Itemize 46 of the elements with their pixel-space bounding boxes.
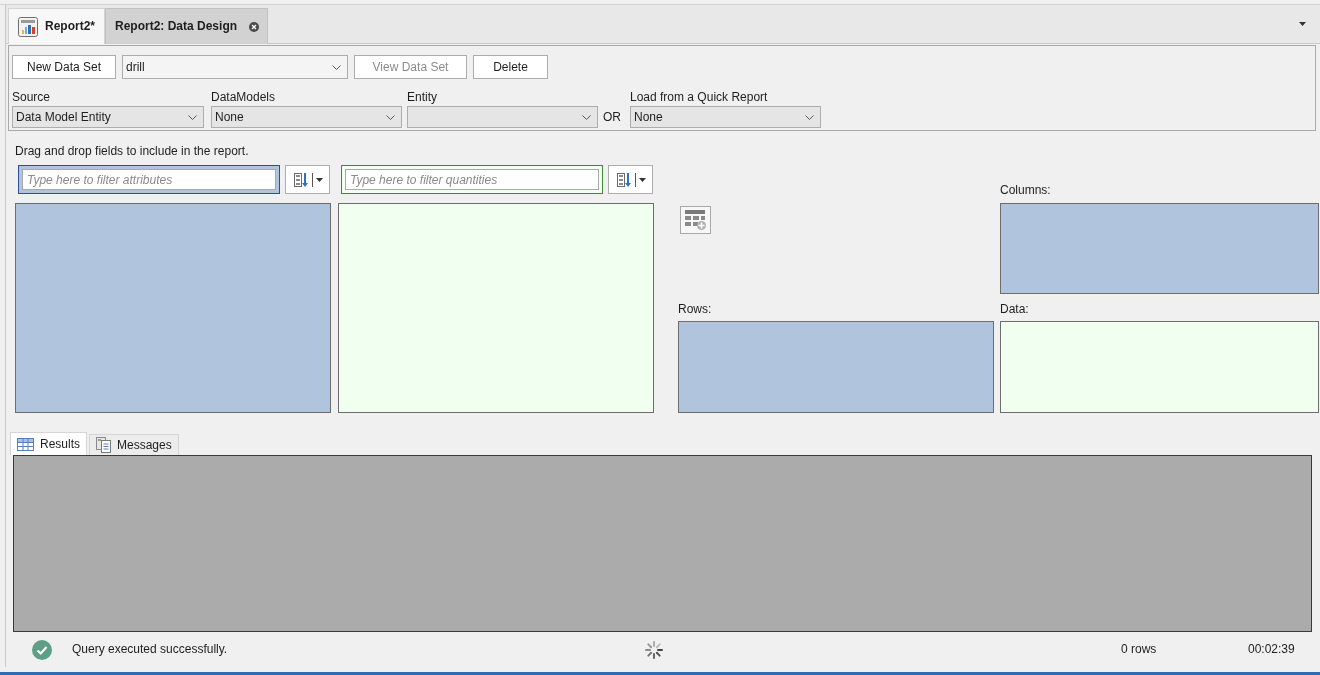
bar-chart-icon: [18, 16, 38, 37]
drop-zone-panel[interactable]: [1000, 203, 1319, 294]
table-icon: [17, 437, 34, 451]
document-icon: [96, 437, 111, 453]
list-arrow-icon: [292, 171, 309, 188]
close-icon[interactable]: [249, 21, 260, 32]
drop-zone-panel[interactable]: [678, 321, 994, 413]
field-options-button[interactable]: [285, 165, 330, 194]
new-data-set-button[interactable]: New Data Set: [12, 55, 116, 79]
select-dropdown[interactable]: None: [630, 106, 821, 128]
chevron-icon: [332, 64, 341, 70]
field-label: Entity: [407, 90, 437, 104]
quantity-filter-field[interactable]: Type here to filter quantities: [341, 165, 603, 194]
result-tab[interactable]: Results: [10, 432, 87, 455]
report-tab[interactable]: Report2*: [8, 8, 105, 44]
drop-zone-label: Columns:: [1000, 183, 1051, 197]
drop-zone-panel[interactable]: [1000, 321, 1319, 413]
row-count: 0 rows: [1121, 642, 1158, 657]
status-message: Query executed successfully.: [72, 642, 229, 657]
attribute-filter-field[interactable]: Type here to filter attributes: [18, 165, 280, 194]
field-label: Source: [12, 90, 51, 104]
chevron-icon: [386, 114, 395, 120]
list-arrow-icon: [615, 171, 632, 188]
caret-icon: [638, 177, 646, 182]
design-tab[interactable]: Report2: Data Design: [105, 8, 269, 44]
select-dropdown[interactable]: Data Model Entity: [12, 106, 204, 128]
drop-zone-label: Data:: [1000, 302, 1029, 316]
caret-icon: [315, 177, 323, 182]
drop-zone-label: Rows:: [678, 302, 712, 316]
field-label: DataModels: [211, 90, 276, 104]
chevron-icon: [188, 114, 197, 120]
result-tab[interactable]: Messages: [89, 434, 179, 455]
field-options-button[interactable]: [608, 165, 653, 194]
select-dropdown[interactable]: None: [211, 106, 402, 128]
success-check-icon: [32, 639, 52, 660]
dataset-dropdown[interactable]: drill: [122, 55, 348, 79]
chevron-icon: [582, 114, 591, 120]
elapsed-time: 00:02:39: [1248, 642, 1295, 657]
field-label: Load from a Quick Report: [630, 90, 768, 104]
table-plus-icon: [685, 210, 706, 230]
delete-button[interactable]: Delete: [473, 55, 548, 79]
dropdown-caret-icon[interactable]: [1299, 22, 1306, 26]
add-table-button[interactable]: [680, 206, 711, 234]
chevron-icon: [805, 114, 814, 120]
or-label: OR: [602, 109, 622, 126]
instruction-text: Drag and drop fields to include in the report.: [15, 143, 249, 159]
